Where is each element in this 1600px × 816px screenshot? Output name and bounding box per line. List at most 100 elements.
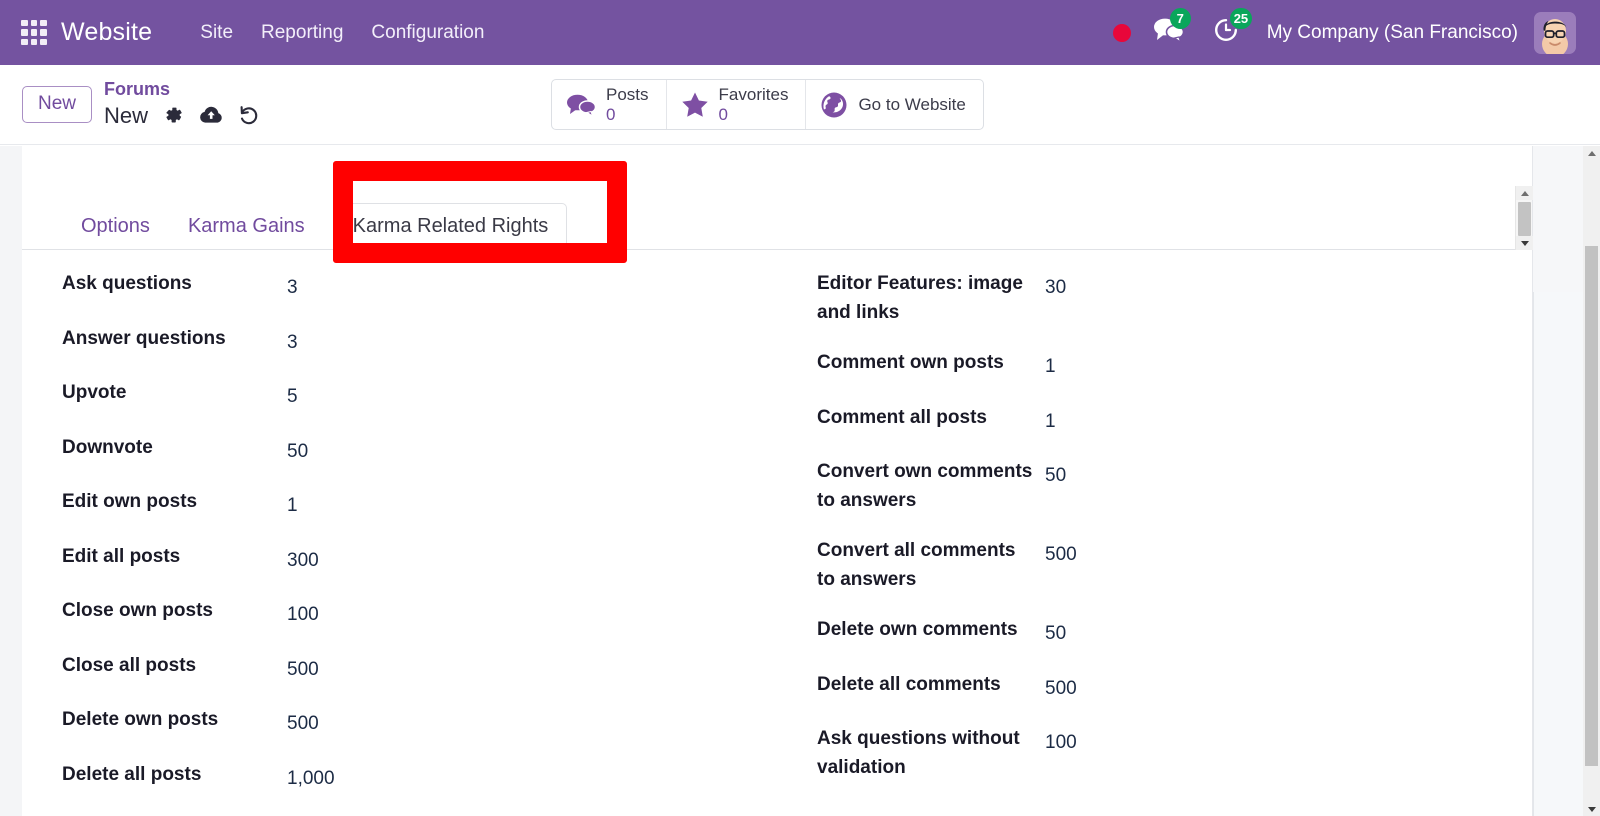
field-columns: Ask questions 3 Answer questions 3 Upvot…	[22, 268, 1532, 813]
field-label: Edit all posts	[62, 545, 181, 567]
messages-button[interactable]: 7	[1153, 8, 1191, 48]
field-value[interactable]: 100	[287, 595, 347, 630]
page-scrollbar-thumb[interactable]	[1585, 246, 1598, 766]
field-row-comment-own-posts: Comment own posts 1	[817, 347, 1532, 382]
stat-label-posts: Posts	[606, 85, 649, 105]
tab-karma-related-rights[interactable]: Karma Related Rights	[333, 203, 568, 250]
field-label: Delete own posts	[62, 709, 219, 730]
karma-related-rights-panel: Ask questions 3 Answer questions 3 Upvot…	[22, 250, 1532, 815]
field-value[interactable]: 50	[1045, 614, 1105, 649]
breadcrumb-parent-forums[interactable]: Forums	[104, 79, 272, 100]
user-avatar[interactable]	[1534, 11, 1576, 54]
odoo-website-app: Website Site Reporting Configuration 7 2…	[0, 0, 1600, 816]
field-label: Ask questions without validation	[817, 728, 1020, 778]
comments-icon	[566, 93, 596, 117]
field-column-left: Ask questions 3 Answer questions 3 Upvot…	[22, 268, 777, 813]
stat-button-favorites[interactable]: Favorites 0	[667, 80, 807, 129]
field-row-convert-own-comments: Convert own comments to answers 50	[817, 456, 1532, 515]
field-value[interactable]: 500	[1045, 669, 1105, 704]
navbar-menu: Site Reporting Configuration	[186, 16, 498, 50]
field-row-ask-without-validation: Ask questions without validation 100	[817, 723, 1532, 782]
field-label: Comment all posts	[817, 406, 987, 428]
field-value[interactable]: 500	[1045, 535, 1105, 570]
field-label: Delete all posts	[62, 763, 202, 785]
discard-undo-icon[interactable]	[234, 100, 264, 130]
breadcrumb-current-record: New	[104, 102, 149, 128]
apps-grid-icon[interactable]	[21, 19, 47, 46]
notebook-inner-scrollbar[interactable]	[1515, 186, 1533, 250]
field-row-ask-questions: Ask questions 3	[62, 268, 777, 303]
tab-karma-gains[interactable]: Karma Gains	[169, 203, 324, 250]
gear-icon[interactable]	[158, 100, 188, 130]
top-navbar: Website Site Reporting Configuration 7 2…	[0, 0, 1600, 65]
stat-text-favorites: Favorites 0	[719, 85, 789, 123]
scroll-up-arrow-icon[interactable]	[1516, 186, 1533, 200]
field-value[interactable]: 1	[287, 486, 347, 521]
stat-label-favorites: Favorites	[718, 85, 789, 105]
field-row-edit-all-posts: Edit all posts 300	[62, 541, 777, 576]
breadcrumb: Forums New	[104, 79, 272, 131]
field-value[interactable]: 500	[287, 704, 347, 739]
form-sheet: Options Karma Gains Karma Related Rights…	[22, 146, 1533, 816]
field-label: Close own posts	[62, 600, 213, 621]
stat-label-go-to-website: Go to Website	[858, 94, 966, 114]
field-label: Edit own posts	[62, 491, 198, 512]
inner-scrollbar-thumb[interactable]	[1518, 202, 1531, 236]
navbar-left-section: Website Site Reporting Configuration	[16, 16, 498, 50]
field-value[interactable]: 1,000	[287, 759, 347, 794]
field-label: Downvote	[62, 436, 153, 458]
record-dot-icon[interactable]	[1112, 23, 1131, 42]
field-value[interactable]: 5	[287, 377, 347, 412]
page-scroll-down-arrow-icon[interactable]	[1583, 802, 1600, 816]
stat-button-box: Posts 0 Favorites 0 Go to Website	[551, 79, 984, 130]
field-row-downvote: Downvote 50	[62, 432, 777, 467]
field-row-upvote: Upvote 5	[62, 377, 777, 412]
field-label: Convert all comments to answers	[817, 540, 1016, 590]
field-value[interactable]: 30	[1045, 268, 1105, 303]
field-label: Close all posts	[62, 654, 197, 676]
sheet-right-gutter	[1533, 292, 1583, 816]
messages-count-badge: 7	[1169, 8, 1191, 29]
field-value[interactable]: 100	[1045, 723, 1105, 758]
field-value[interactable]: 500	[287, 650, 347, 685]
app-brand-name[interactable]: Website	[61, 18, 152, 47]
field-value[interactable]: 50	[287, 432, 347, 467]
field-value[interactable]: 3	[287, 323, 347, 358]
field-row-delete-all-posts: Delete all posts 1,000	[62, 759, 777, 794]
field-value[interactable]: 50	[1045, 456, 1105, 491]
field-row-close-own-posts: Close own posts 100	[62, 595, 777, 630]
field-row-delete-own-comments: Delete own comments 50	[817, 614, 1532, 649]
nav-item-reporting[interactable]: Reporting	[247, 16, 357, 50]
activities-button[interactable]: 25	[1213, 8, 1253, 48]
sheet-left-gutter	[0, 146, 22, 816]
field-value[interactable]: 300	[287, 541, 347, 576]
page-scroll-up-arrow-icon[interactable]	[1583, 146, 1600, 160]
company-name[interactable]: My Company (San Francisco)	[1267, 22, 1518, 44]
field-row-close-all-posts: Close all posts 500	[62, 650, 777, 685]
nav-item-configuration[interactable]: Configuration	[357, 16, 498, 50]
scroll-down-arrow-icon[interactable]	[1516, 236, 1533, 250]
stat-value-posts: 0	[606, 104, 616, 124]
stat-value-favorites: 0	[718, 104, 728, 124]
field-label: Upvote	[62, 382, 127, 403]
field-row-delete-own-posts: Delete own posts 500	[62, 704, 777, 739]
field-label: Delete own comments	[817, 619, 1018, 640]
field-value[interactable]: 1	[1045, 347, 1105, 382]
nav-item-site[interactable]: Site	[186, 16, 247, 50]
field-column-right: Editor Features: image and links 30 Comm…	[777, 268, 1532, 813]
activities-count-badge: 25	[1229, 8, 1253, 29]
page-scrollbar[interactable]	[1583, 146, 1600, 816]
field-row-comment-all-posts: Comment all posts 1	[817, 402, 1532, 437]
tab-options[interactable]: Options	[62, 203, 169, 250]
stat-text-go-to-website: Go to Website	[858, 95, 965, 114]
field-value[interactable]: 1	[1045, 402, 1105, 437]
field-value[interactable]: 3	[287, 268, 347, 303]
stat-button-go-to-website[interactable]: Go to Website	[806, 80, 982, 129]
cloud-upload-save-icon[interactable]	[196, 100, 226, 130]
page-scrollbar-upper-track[interactable]	[1583, 160, 1600, 246]
field-label: Editor Features: image and links	[817, 273, 1023, 323]
globe-icon	[820, 91, 848, 119]
stat-button-posts[interactable]: Posts 0	[552, 80, 667, 129]
field-row-editor-features: Editor Features: image and links 30	[817, 268, 1532, 327]
new-record-button[interactable]: New	[22, 85, 93, 124]
